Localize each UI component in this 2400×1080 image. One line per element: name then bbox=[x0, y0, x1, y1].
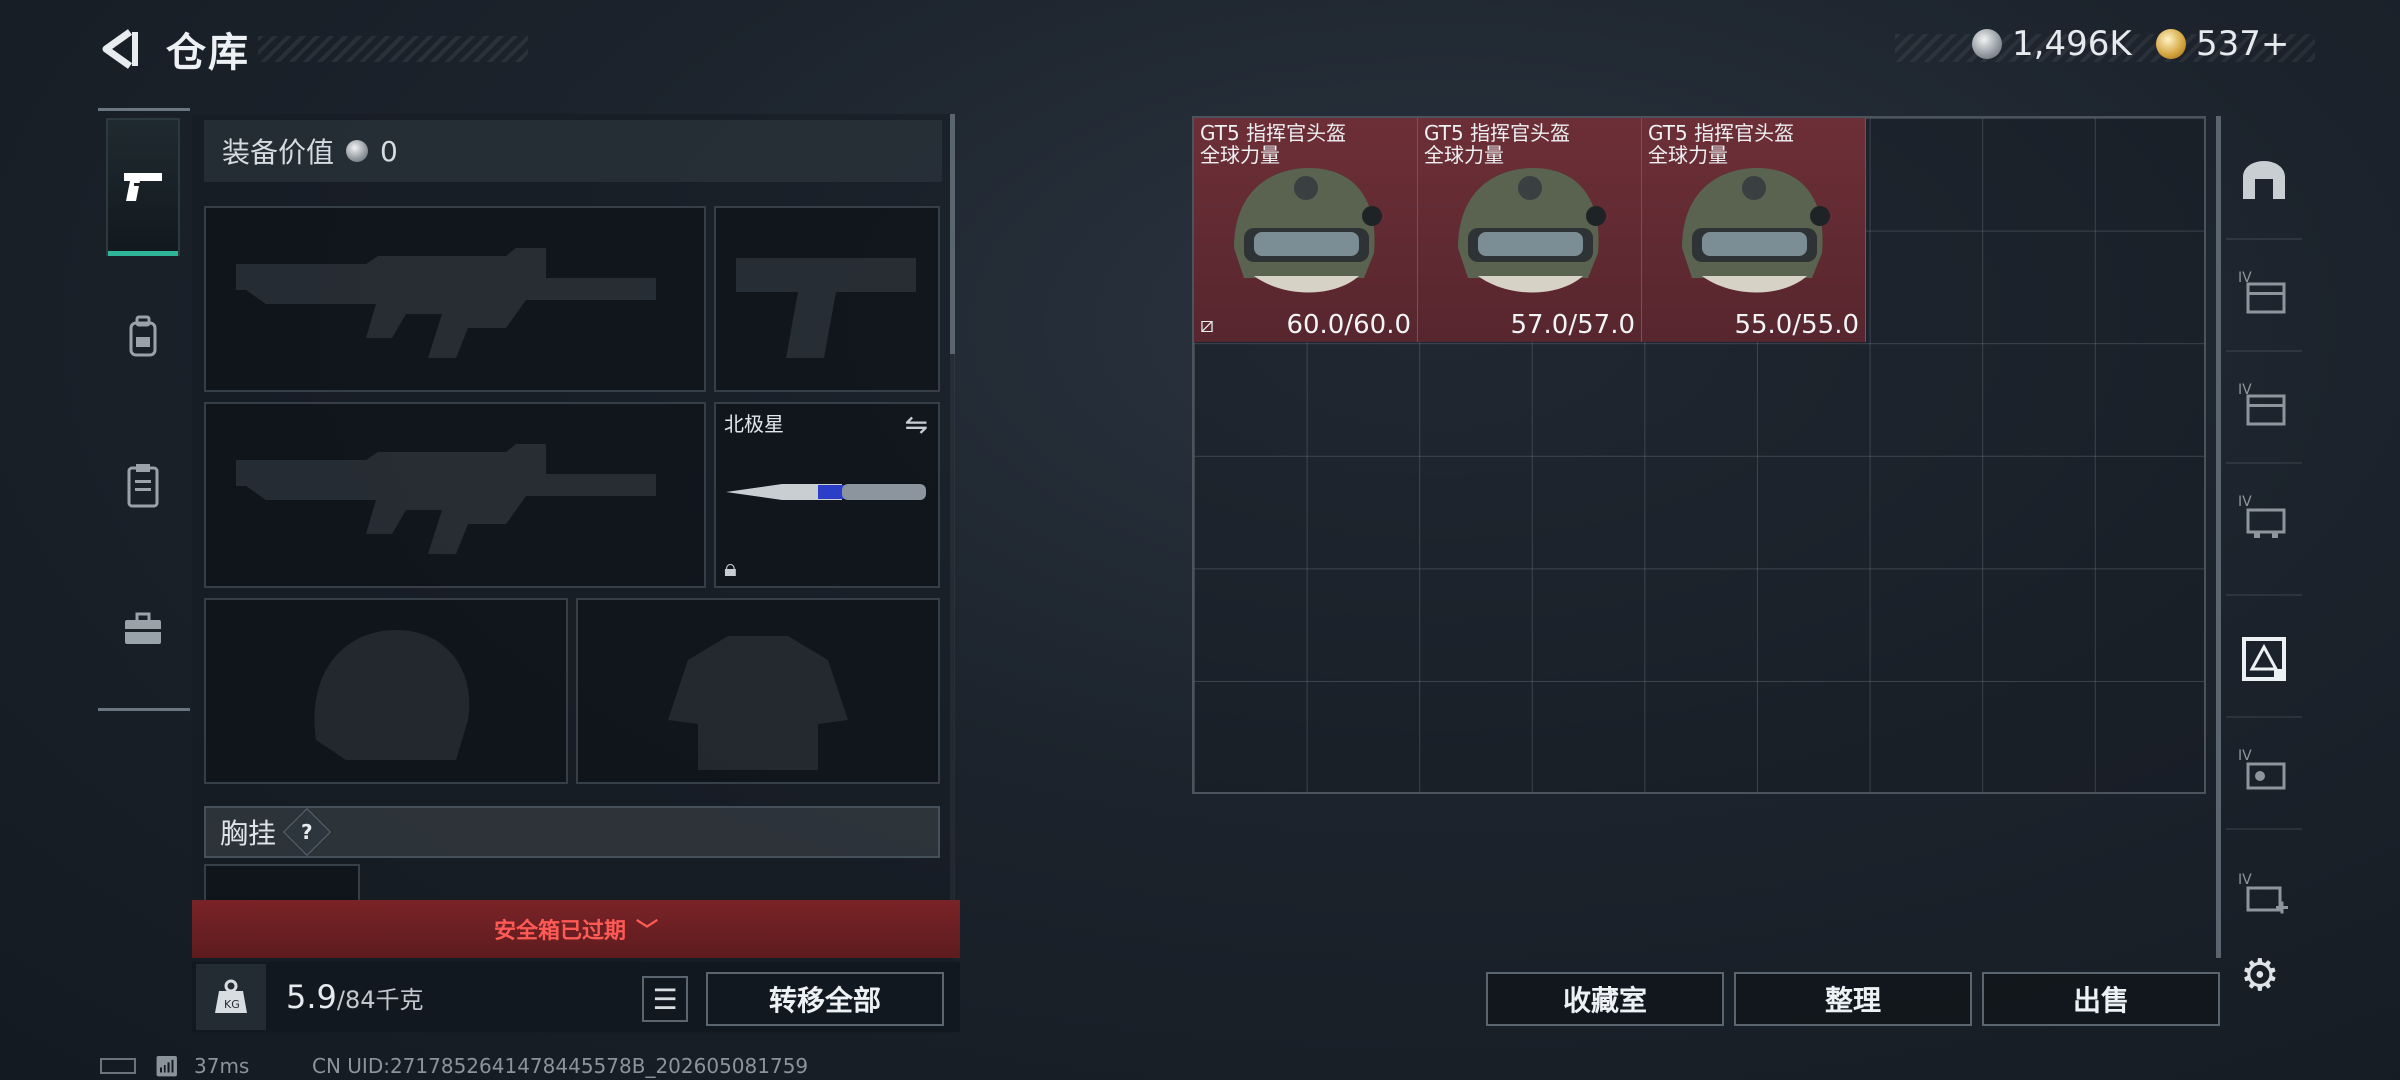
back-button[interactable] bbox=[96, 24, 146, 74]
armor-silhouette-icon bbox=[668, 636, 848, 770]
helmet-icon bbox=[1234, 168, 1382, 293]
storage-item-helmet[interactable]: GT5 指挥官头盔 全球力量 ⧄ 60.0/60.0 bbox=[1194, 118, 1418, 342]
backpack-icon bbox=[129, 315, 157, 357]
storage-box-icon: IV bbox=[2238, 748, 2286, 790]
svg-text:IV: IV bbox=[2238, 748, 2252, 764]
storage-tab-safehouse[interactable] bbox=[2226, 124, 2302, 234]
melee-item-name: 北极星 bbox=[724, 412, 784, 436]
helmet-silhouette-icon bbox=[314, 630, 470, 760]
item-durability: 60.0/60.0 bbox=[1286, 310, 1411, 340]
tab-divider bbox=[2226, 828, 2302, 830]
storage-item-helmet[interactable]: GT5 指挥官头盔 全球力量 57.0/57.0 bbox=[1418, 118, 1642, 342]
armor-slot[interactable] bbox=[576, 598, 940, 784]
list-view-button[interactable]: ☰ bbox=[642, 976, 688, 1022]
helmet-icon bbox=[1458, 168, 1606, 293]
briefcase-icon bbox=[125, 612, 161, 644]
equipment-value-bar: 装备价值 0 bbox=[204, 120, 942, 182]
silver-coin-icon bbox=[1972, 29, 2002, 59]
add-storage-tab[interactable]: IV bbox=[2226, 840, 2302, 950]
secure-case-expired-banner[interactable]: 安全箱已过期 ﹀ bbox=[192, 900, 960, 958]
storage-item-helmet[interactable]: GT5 指挥官头盔 全球力量 55.0/55.0 bbox=[1642, 118, 1866, 342]
category-tab-gear[interactable] bbox=[106, 300, 180, 374]
safehouse-icon bbox=[2243, 161, 2285, 199]
transfer-all-button[interactable]: 转移全部 bbox=[706, 972, 944, 1026]
storage-box-icon: IV bbox=[2238, 494, 2286, 538]
rarity-box-icon bbox=[2242, 637, 2286, 681]
silver-coin-icon bbox=[346, 140, 369, 162]
wifi-icon: 📶︎ bbox=[154, 1054, 180, 1078]
storage-tab-5[interactable]: IV bbox=[2226, 716, 2302, 826]
category-tab-weapons[interactable] bbox=[106, 118, 180, 256]
svg-text:KG: KG bbox=[224, 998, 240, 1011]
back-arrow-icon bbox=[102, 29, 138, 69]
category-tab-case[interactable] bbox=[106, 592, 180, 666]
storage-scrollbar[interactable] bbox=[2216, 116, 2221, 958]
settings-gear-icon[interactable]: ⚙ bbox=[2240, 950, 2279, 1001]
weight-icon: KG bbox=[196, 964, 266, 1030]
storage-box-icon: IV bbox=[2238, 382, 2286, 426]
title-decoration bbox=[258, 36, 528, 62]
chevron-down-icon: ﹀ bbox=[636, 919, 659, 944]
item-durability: 55.0/55.0 bbox=[1734, 310, 1859, 340]
silver-currency[interactable]: 1,496K bbox=[1972, 24, 2132, 64]
equipment-value-label: 装备价值 bbox=[222, 136, 335, 169]
chest-rig-header: 胸挂 ? bbox=[204, 806, 940, 858]
page-title: 仓库 bbox=[166, 30, 250, 76]
helmet-icon bbox=[1682, 168, 1830, 293]
svg-text:IV: IV bbox=[2238, 494, 2252, 510]
collection-room-button[interactable]: 收藏室 bbox=[1486, 972, 1724, 1026]
item-durability: 57.0/57.0 bbox=[1510, 310, 1635, 340]
melee-slot[interactable]: 北极星 ⇋ 🔒︎ bbox=[714, 402, 940, 588]
svg-text:IV: IV bbox=[2238, 872, 2252, 888]
gold-coin-icon bbox=[2156, 29, 2186, 59]
rail-divider-bottom bbox=[98, 708, 190, 711]
help-icon[interactable]: ? bbox=[282, 807, 332, 857]
lock-icon: 🔒︎ bbox=[724, 554, 737, 582]
sell-button[interactable]: 出售 bbox=[1982, 972, 2220, 1026]
category-tab-vest[interactable] bbox=[106, 448, 180, 522]
no-insurance-icon: ⧄ bbox=[1200, 313, 1214, 338]
secondary-weapon-slot[interactable] bbox=[204, 402, 706, 588]
pistol-silhouette-icon bbox=[736, 258, 916, 358]
gold-currency-value: 537+ bbox=[2196, 24, 2290, 64]
chest-rig-label: 胸挂 bbox=[220, 817, 277, 850]
swap-icon[interactable]: ⇋ bbox=[905, 408, 928, 441]
uid-text: CN UID:2717852641478445578B_202605081759 bbox=[312, 1054, 809, 1078]
pistol-slot[interactable] bbox=[714, 206, 940, 392]
add-storage-icon: IV bbox=[2238, 872, 2288, 914]
secure-case-expired-text: 安全箱已过期 bbox=[493, 919, 626, 944]
tab-divider bbox=[2226, 594, 2302, 596]
rail-divider-top bbox=[98, 108, 190, 111]
carry-weight-value: 5.9 bbox=[286, 978, 337, 1016]
rifle-silhouette-icon bbox=[236, 248, 656, 358]
carry-weight-max: /84千克 bbox=[336, 986, 424, 1014]
equipment-value: 0 bbox=[380, 134, 398, 168]
carry-weight: 5.9/84千克 bbox=[286, 978, 424, 1016]
silver-currency-value: 1,496K bbox=[2012, 24, 2132, 64]
rifle-silhouette-icon bbox=[236, 444, 656, 554]
clipboard-icon bbox=[127, 464, 159, 508]
storage-tab-3[interactable]: IV bbox=[2226, 462, 2302, 572]
list-icon: ☰ bbox=[652, 982, 678, 1016]
storage-tab-rarity[interactable] bbox=[2226, 604, 2302, 714]
knife-icon bbox=[726, 484, 926, 500]
primary-weapon-slot[interactable] bbox=[204, 206, 706, 392]
gold-currency[interactable]: 537+ bbox=[2156, 24, 2289, 64]
helmet-slot[interactable] bbox=[204, 598, 568, 784]
pistol-icon bbox=[124, 173, 162, 201]
organize-button[interactable]: 整理 bbox=[1734, 972, 1972, 1026]
storage-box-icon: IV bbox=[2238, 270, 2286, 314]
storage-tab-2[interactable]: IV bbox=[2226, 350, 2302, 460]
equipment-scrollbar-thumb[interactable] bbox=[950, 114, 955, 354]
battery-icon bbox=[100, 1058, 136, 1074]
ping-text: 37ms bbox=[194, 1054, 250, 1078]
chest-rig-slot[interactable] bbox=[204, 864, 360, 904]
storage-tab-1[interactable]: IV bbox=[2226, 238, 2302, 348]
